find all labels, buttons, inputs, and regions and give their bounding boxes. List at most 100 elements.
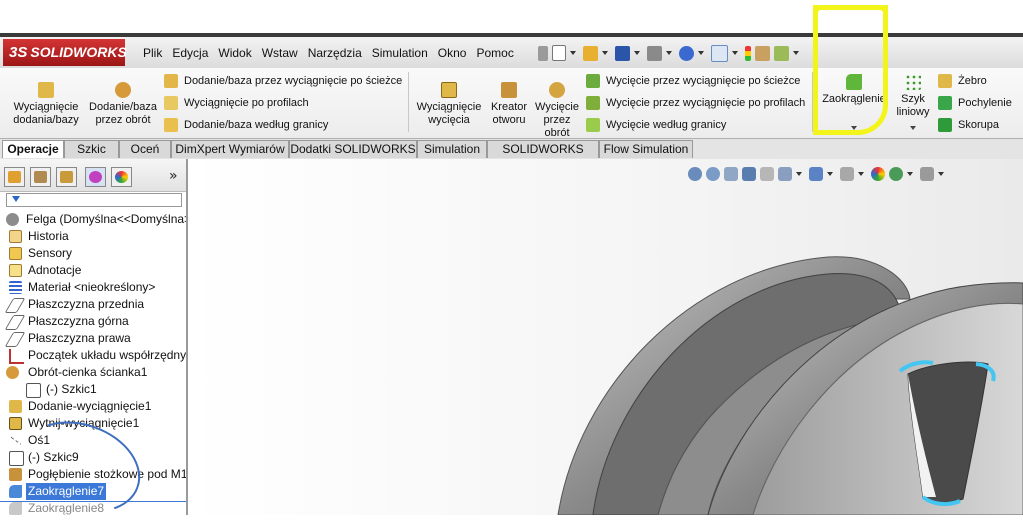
- wheel-rim-model[interactable]: [188, 159, 1023, 515]
- pin-icon[interactable]: [538, 45, 548, 61]
- menu-tools[interactable]: Narzędzia: [303, 46, 367, 60]
- menu-view[interactable]: Widok: [213, 46, 256, 60]
- save-icon[interactable]: [615, 45, 630, 61]
- origin-icon: [9, 349, 24, 364]
- plane-icon: [4, 332, 26, 347]
- tab-dimxpert[interactable]: DimXpert Wymiarów: [171, 140, 289, 158]
- boundary-boss-icon: [164, 118, 178, 132]
- linear-pattern-label: Szyk liniowy: [896, 93, 930, 118]
- dimxpert-manager-tab[interactable]: [85, 167, 106, 187]
- shell-button[interactable]: Skorupa: [938, 118, 999, 132]
- print-icon[interactable]: [647, 45, 662, 61]
- part-icon: [6, 213, 19, 226]
- graphics-area[interactable]: [188, 159, 1023, 515]
- rollback-bar[interactable]: [0, 501, 186, 502]
- fillet-button[interactable]: Zaokrąglenie: [818, 74, 890, 106]
- revolve-cut-label: Wycięcie przez obrót: [535, 101, 579, 139]
- linear-pattern-icon: [905, 74, 921, 90]
- panel-more-icon[interactable]: »: [169, 168, 178, 184]
- file-properties-icon[interactable]: [755, 45, 770, 61]
- command-manager-ribbon: Wyciągnięcie dodania/bazy Dodanie/baza p…: [0, 68, 1023, 139]
- options-dropdown-icon[interactable]: [793, 51, 799, 55]
- extrude-boss-label: Wyciągnięcie dodania/bazy: [13, 101, 79, 126]
- hole-wizard-label: Kreator otworu: [490, 101, 528, 126]
- menu-simulation[interactable]: Simulation: [367, 46, 433, 60]
- cut-feature-icon: [9, 417, 22, 430]
- sweep-boss-label: Dodanie/baza przez wyciągnięcie po ścież…: [184, 75, 403, 87]
- rebuild-traffic-light-icon[interactable]: [745, 45, 751, 61]
- feature-tree-icon: [8, 171, 21, 183]
- loft-boss-button[interactable]: Wyciągnięcie po profilach: [164, 96, 309, 110]
- extrude-boss-button[interactable]: Wyciągnięcie dodania/bazy: [8, 82, 84, 127]
- tab-simulation[interactable]: Simulation: [417, 140, 487, 158]
- configuration-manager-tab[interactable]: [56, 167, 77, 187]
- logo-text: SOLIDWORKS: [30, 44, 127, 60]
- select-dropdown-icon[interactable]: [732, 51, 738, 55]
- draft-button[interactable]: Pochylenie: [938, 96, 1012, 110]
- sketch-icon: [9, 451, 24, 466]
- feature-manager-panel: » Felga (Domyślna<<Domyślna> Historia Se…: [0, 159, 188, 515]
- menu-file[interactable]: Plik: [138, 46, 167, 60]
- tab-evaluate[interactable]: Oceń: [119, 140, 171, 158]
- tab-addins[interactable]: Dodatki SOLIDWORKS: [289, 140, 417, 158]
- menu-bar: 3S SOLIDWORKS Plik Edycja Widok Wstaw Nar…: [0, 37, 1023, 69]
- revolve-boss-button[interactable]: Dodanie/baza przez obrót: [86, 82, 160, 127]
- fillet-dropdown-icon[interactable]: [851, 126, 857, 130]
- menu-help[interactable]: Pomoc: [471, 46, 518, 60]
- pattern-dropdown-icon[interactable]: [910, 126, 916, 130]
- menu-insert[interactable]: Wstaw: [257, 46, 303, 60]
- feature-tree-tab[interactable]: [4, 167, 25, 187]
- main-menu: Plik Edycja Widok Wstaw Narzędzia Simula…: [138, 37, 519, 68]
- options-icon[interactable]: [774, 45, 789, 61]
- tab-mbd[interactable]: SOLIDWORKS MBD: [487, 140, 599, 173]
- save-dropdown-icon[interactable]: [634, 51, 640, 55]
- linear-pattern-button[interactable]: Szyk liniowy: [892, 74, 934, 119]
- revolve-cut-button[interactable]: Wycięcie przez obrót: [534, 82, 580, 140]
- boundary-boss-button[interactable]: Dodanie/baza według granicy: [164, 118, 328, 132]
- yellow-marker-annotation-top: [813, 5, 888, 17]
- select-cursor-icon[interactable]: [711, 44, 728, 62]
- sweep-cut-button[interactable]: Wycięcie przez wyciągnięcie po ścieżce: [586, 74, 800, 88]
- print-dropdown-icon[interactable]: [666, 51, 672, 55]
- menu-edit[interactable]: Edycja: [167, 46, 213, 60]
- new-dropdown-icon[interactable]: [570, 51, 576, 55]
- loft-boss-icon: [164, 96, 178, 110]
- rib-button[interactable]: Żebro: [938, 74, 987, 88]
- display-manager-tab[interactable]: [111, 167, 132, 187]
- undo-dropdown-icon[interactable]: [698, 51, 704, 55]
- filter-icon: [12, 196, 20, 202]
- sweep-cut-label: Wycięcie przez wyciągnięcie po ścieżce: [606, 75, 801, 87]
- rib-icon: [938, 74, 952, 88]
- sweep-boss-icon: [164, 74, 178, 88]
- rib-label: Żebro: [958, 75, 987, 87]
- sweep-boss-button[interactable]: Dodanie/baza przez wyciągnięcie po ścież…: [164, 74, 402, 88]
- tab-features[interactable]: Operacje: [2, 140, 64, 158]
- revolve-feature-icon: [6, 366, 19, 379]
- ribbon-separator: [812, 72, 813, 132]
- tab-flow-simulation[interactable]: Flow Simulation: [599, 140, 693, 158]
- solidworks-logo[interactable]: 3S SOLIDWORKS: [3, 39, 127, 66]
- sweep-cut-icon: [586, 74, 600, 88]
- shell-icon: [938, 118, 952, 132]
- hole-wizard-button[interactable]: Kreator otworu: [486, 82, 532, 127]
- open-dropdown-icon[interactable]: [602, 51, 608, 55]
- extrude-cut-button[interactable]: Wyciągnięcie wycięcia: [414, 82, 484, 127]
- extrude-boss-icon: [38, 82, 54, 98]
- axis-icon: [9, 436, 22, 446]
- draft-icon: [938, 96, 952, 110]
- property-manager-tab[interactable]: [30, 167, 51, 187]
- menu-window[interactable]: Okno: [433, 46, 472, 60]
- fillet-feature-icon: [9, 502, 22, 515]
- quick-access-toolbar: [538, 43, 802, 63]
- boundary-cut-button[interactable]: Wycięcie według granicy: [586, 118, 726, 132]
- extrude-cut-label: Wyciągnięcie wycięcia: [416, 101, 482, 126]
- tab-sketch[interactable]: Szkic: [64, 140, 119, 158]
- tree-filter-input[interactable]: [6, 193, 182, 207]
- open-folder-icon[interactable]: [583, 45, 598, 61]
- history-icon: [9, 230, 22, 243]
- new-document-icon[interactable]: [552, 45, 566, 61]
- undo-icon[interactable]: [679, 45, 694, 61]
- fillet-icon: [846, 74, 862, 90]
- revolve-boss-icon: [115, 82, 131, 98]
- loft-cut-button[interactable]: Wycięcie przez wyciągnięcie po profilach: [586, 96, 805, 110]
